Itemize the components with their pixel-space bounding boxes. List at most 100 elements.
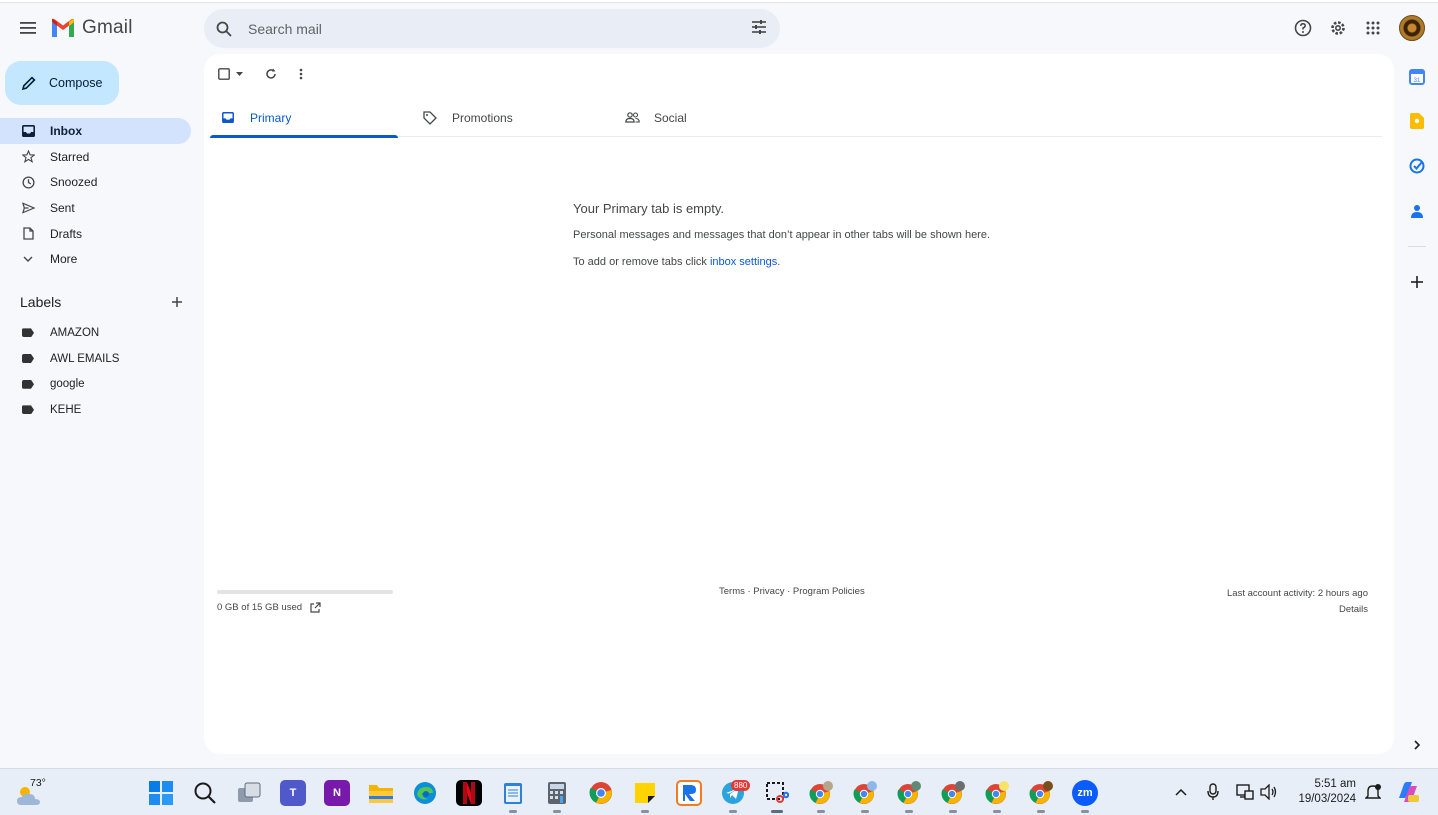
onenote-icon[interactable]: N bbox=[324, 780, 350, 806]
file-explorer-icon[interactable] bbox=[368, 780, 394, 806]
open-in-new-icon[interactable] bbox=[310, 602, 321, 613]
refresh-icon[interactable] bbox=[265, 68, 277, 80]
label-item-awl-emails[interactable]: AWL EMAILS bbox=[0, 346, 191, 372]
pencil-icon bbox=[21, 76, 36, 91]
label-item-google[interactable]: google bbox=[0, 371, 191, 397]
empty-state-line2: To add or remove tabs click inbox settin… bbox=[573, 256, 990, 268]
running-indicator bbox=[817, 810, 825, 813]
chevron-up-icon[interactable] bbox=[1172, 783, 1190, 801]
running-indicator bbox=[729, 810, 737, 813]
chrome-icon[interactable] bbox=[588, 780, 614, 806]
search-icon[interactable] bbox=[192, 780, 218, 806]
sidebar-item-drafts[interactable]: Drafts bbox=[0, 221, 191, 247]
inbox-settings-link[interactable]: inbox settings bbox=[710, 256, 777, 268]
start-windows-icon[interactable] bbox=[148, 780, 174, 806]
account-avatar[interactable] bbox=[1399, 15, 1425, 41]
edge-browser-icon[interactable] bbox=[412, 780, 438, 806]
search-icon[interactable] bbox=[214, 19, 234, 39]
gmail-m-icon bbox=[52, 18, 74, 37]
sidebar-item-inbox[interactable]: Inbox bbox=[0, 118, 191, 144]
empty-state: Your Primary tab is empty. Personal mess… bbox=[573, 201, 990, 268]
search-options-icon[interactable] bbox=[750, 18, 768, 36]
chrome-profile-1-icon[interactable] bbox=[808, 780, 834, 806]
sidebar-nav: Inbox Starred Snoozed Sent Drafts More bbox=[0, 118, 191, 272]
label-name: KEHE bbox=[50, 403, 82, 416]
tab-primary[interactable]: Primary bbox=[210, 98, 398, 138]
chrome-profile-2-icon[interactable] bbox=[852, 780, 878, 806]
star-icon bbox=[20, 149, 36, 165]
keep-icon[interactable] bbox=[1408, 112, 1426, 130]
running-indicator bbox=[553, 810, 561, 813]
label-tag-icon bbox=[22, 405, 34, 415]
search-bar[interactable] bbox=[204, 9, 780, 48]
remote-app-icon[interactable] bbox=[676, 780, 702, 806]
chevron-right-icon[interactable] bbox=[1408, 736, 1426, 754]
search-input[interactable] bbox=[248, 20, 728, 37]
speaker-icon[interactable] bbox=[1260, 783, 1278, 801]
weather-widget[interactable]: 73° bbox=[16, 777, 50, 807]
sidebar-item-label: More bbox=[50, 252, 78, 267]
storage-usage-bar bbox=[217, 590, 393, 594]
tasks-icon[interactable] bbox=[1408, 157, 1426, 175]
system-clock[interactable]: 5:51 am 19/03/2024 bbox=[1290, 777, 1356, 807]
weather-temp: 73° bbox=[30, 777, 46, 789]
empty-state-suffix: . bbox=[777, 256, 781, 268]
apps-grid-icon[interactable] bbox=[1362, 17, 1384, 39]
add-label-icon[interactable] bbox=[169, 294, 185, 310]
hamburger-icon bbox=[20, 22, 36, 34]
netflix-icon[interactable] bbox=[456, 780, 482, 806]
label-item-kehe[interactable]: KEHE bbox=[0, 397, 191, 423]
notepad-icon[interactable] bbox=[500, 780, 526, 806]
sticky-notes-icon[interactable] bbox=[632, 780, 658, 806]
sidebar-item-sent[interactable]: Sent bbox=[0, 195, 191, 221]
account-activity: Last account activity: 2 hours ago Detai… bbox=[1227, 586, 1368, 618]
running-indicator bbox=[509, 810, 517, 813]
chrome-profile-6-icon[interactable] bbox=[1028, 780, 1054, 806]
sidebar-item-more[interactable]: More bbox=[0, 246, 191, 272]
running-indicator-active bbox=[771, 810, 783, 813]
storage-usage: 0 GB of 15 GB used bbox=[217, 602, 321, 613]
notification-bell-icon[interactable] bbox=[1364, 783, 1382, 801]
activity-details-link[interactable]: Details bbox=[1227, 602, 1368, 618]
chrome-profile-5-icon[interactable] bbox=[984, 780, 1010, 806]
tab-promotions[interactable]: Promotions bbox=[412, 98, 600, 137]
storage-usage-text: 0 GB of 15 GB used bbox=[217, 602, 303, 613]
chrome-profile-4-icon[interactable] bbox=[940, 780, 966, 806]
settings-gear-icon[interactable] bbox=[1327, 17, 1349, 39]
gmail-logo[interactable]: Gmail bbox=[50, 17, 133, 39]
select-all-checkbox[interactable] bbox=[218, 68, 243, 80]
sidebar-item-label: Inbox bbox=[50, 124, 82, 138]
label-tag-icon bbox=[22, 328, 34, 338]
task-view-icon[interactable] bbox=[236, 780, 262, 806]
more-vert-icon[interactable] bbox=[299, 68, 303, 80]
sidebar-item-snoozed[interactable]: Snoozed bbox=[0, 170, 191, 196]
footer-links[interactable]: Terms · Privacy · Program Policies bbox=[719, 586, 865, 597]
tab-social[interactable]: Social bbox=[614, 98, 802, 137]
label-tag-icon bbox=[22, 379, 34, 389]
chrome-profile-3-icon[interactable] bbox=[896, 780, 922, 806]
teams-icon[interactable]: T bbox=[280, 780, 306, 806]
microphone-icon[interactable] bbox=[1204, 783, 1222, 801]
windows-taskbar: 73° T N 880 zm 5:51 am 19/03/2024 bbox=[0, 768, 1438, 815]
zoom-icon[interactable]: zm bbox=[1072, 780, 1098, 806]
copilot-icon[interactable] bbox=[1396, 780, 1420, 804]
caret-down-icon bbox=[236, 72, 243, 76]
empty-state-line1: Personal messages and messages that don’… bbox=[573, 229, 991, 241]
calendar-icon[interactable]: 31 bbox=[1408, 68, 1426, 86]
snipping-tool-icon[interactable] bbox=[764, 780, 790, 806]
label-item-amazon[interactable]: AMAZON bbox=[0, 320, 191, 346]
tag-icon bbox=[422, 110, 438, 126]
add-addon-icon[interactable] bbox=[1408, 273, 1426, 291]
main-menu-button[interactable] bbox=[14, 16, 42, 40]
sidebar-item-label: Snoozed bbox=[50, 175, 98, 190]
svg-text:31: 31 bbox=[1414, 78, 1421, 84]
contacts-icon[interactable] bbox=[1408, 202, 1426, 220]
sidebar-item-label: Starred bbox=[50, 149, 90, 164]
sidebar-item-starred[interactable]: Starred bbox=[0, 144, 191, 170]
running-indicator bbox=[1081, 810, 1089, 813]
help-icon[interactable] bbox=[1292, 17, 1314, 39]
calculator-icon[interactable] bbox=[544, 780, 570, 806]
compose-button[interactable]: Compose bbox=[5, 61, 119, 105]
tab-label: Social bbox=[654, 110, 687, 125]
network-icon[interactable] bbox=[1236, 783, 1254, 801]
